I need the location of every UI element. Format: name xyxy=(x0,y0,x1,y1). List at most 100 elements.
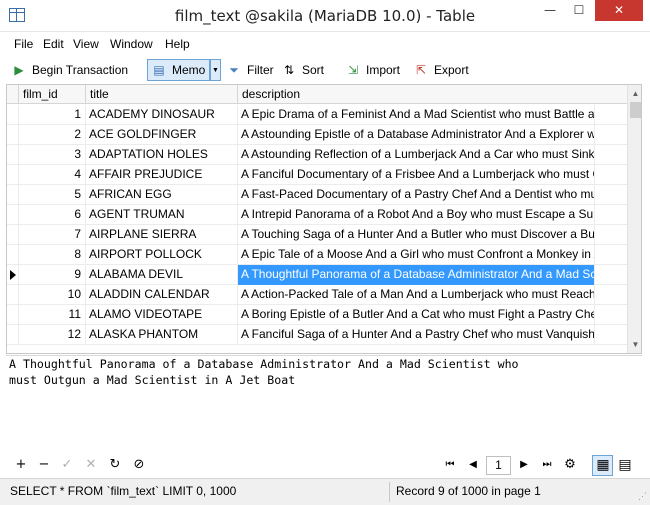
previous-page-icon[interactable]: ◀ xyxy=(464,456,482,474)
cell-description[interactable]: A Fast-Paced Documentary of a Pastry Che… xyxy=(238,185,595,205)
stop-icon[interactable]: ⊘ xyxy=(130,456,148,474)
cell-title[interactable]: ACE GOLDFINGER xyxy=(86,125,238,145)
cell-description[interactable]: A Thoughtful Panorama of a Database Admi… xyxy=(238,265,595,285)
row-indicator[interactable] xyxy=(7,245,19,265)
cell-description[interactable]: A Boring Epistle of a Butler And a Cat w… xyxy=(238,305,595,325)
menu-window[interactable]: Window xyxy=(110,37,153,51)
cell-description[interactable]: A Astounding Reflection of a Lumberjack … xyxy=(238,145,595,165)
export-icon: ⇱ xyxy=(415,63,427,77)
refresh-icon[interactable]: ↻ xyxy=(106,456,124,474)
minimize-button[interactable]: — xyxy=(536,0,564,21)
memo-dropdown-arrow[interactable]: ▼ xyxy=(210,59,221,81)
cell-title[interactable]: ALABAMA DEVIL xyxy=(86,265,238,285)
cell-description[interactable]: A Astounding Epistle of a Database Admin… xyxy=(238,125,595,145)
menu-file[interactable]: File xyxy=(14,37,33,51)
row-indicator[interactable] xyxy=(7,205,19,225)
cell-title[interactable]: ALAMO VIDEOTAPE xyxy=(86,305,238,325)
cell-title[interactable]: AGENT TRUMAN xyxy=(86,205,238,225)
row-indicator[interactable] xyxy=(7,185,19,205)
cell-description[interactable]: A Intrepid Panorama of a Robot And a Boy… xyxy=(238,205,595,225)
cell-film-id[interactable]: 10 xyxy=(19,285,86,305)
cell-description[interactable]: A Fanciful Documentary of a Frisbee And … xyxy=(238,165,595,185)
next-page-icon[interactable]: ▶ xyxy=(515,456,533,474)
form-view-icon[interactable]: ▤ xyxy=(616,456,634,474)
row-indicator[interactable] xyxy=(7,225,19,245)
table-row[interactable]: 9 ALABAMA DEVIL A Thoughtful Panorama of a… xyxy=(7,265,627,285)
filter-icon: ⏷ xyxy=(229,63,239,77)
cell-film-id[interactable]: 5 xyxy=(19,185,86,205)
cell-title[interactable]: AIRPLANE SIERRA xyxy=(86,225,238,245)
table-row[interactable]: 4 AFFAIR PREJUDICE A Fanciful Documentary … xyxy=(7,165,627,185)
export-button[interactable]: ⇱ Export xyxy=(413,59,469,81)
scroll-up-arrow-icon[interactable]: ▲ xyxy=(628,85,641,102)
table-row[interactable]: 2 ACE GOLDFINGER A Astounding Epistle of a… xyxy=(7,125,627,145)
cell-film-id[interactable]: 4 xyxy=(19,165,86,185)
delete-record-icon[interactable]: − xyxy=(35,456,53,474)
cell-title[interactable]: ALADDIN CALENDAR xyxy=(86,285,238,305)
menu-view[interactable]: View xyxy=(73,37,99,51)
scroll-down-arrow-icon[interactable]: ▼ xyxy=(628,336,641,353)
table-row[interactable]: 12 ALASKA PHANTOM A Fanciful Saga of a Hun… xyxy=(7,325,627,345)
table-row[interactable]: 10 ALADDIN CALENDAR A Action-Packed Tale o… xyxy=(7,285,627,305)
cell-film-id[interactable]: 3 xyxy=(19,145,86,165)
cell-film-id[interactable]: 7 xyxy=(19,225,86,245)
settings-gear-icon[interactable]: ⚙ xyxy=(561,456,579,474)
sort-button[interactable]: ⇅ Sort xyxy=(281,59,324,81)
row-indicator[interactable] xyxy=(7,165,19,185)
column-header-film-id[interactable]: film_id xyxy=(19,85,86,104)
table-row[interactable]: 11 ALAMO VIDEOTAPE A Boring Epistle of a B… xyxy=(7,305,627,325)
resize-grip-icon[interactable]: ⋰ xyxy=(638,491,647,502)
discard-changes-icon[interactable]: ✕ xyxy=(82,456,100,474)
cell-film-id[interactable]: 1 xyxy=(19,105,86,125)
cell-film-id[interactable]: 11 xyxy=(19,305,86,325)
close-button[interactable]: ✕ xyxy=(595,0,643,21)
table-row[interactable]: 7 AIRPLANE SIERRA A Touching Saga of a Hun… xyxy=(7,225,627,245)
row-indicator[interactable] xyxy=(7,145,19,165)
scroll-thumb[interactable] xyxy=(630,102,641,118)
row-indicator[interactable] xyxy=(7,105,19,125)
import-button[interactable]: ⇲ Import xyxy=(345,59,400,81)
cell-description[interactable]: A Action-Packed Tale of a Man And a Lumb… xyxy=(238,285,595,305)
cell-film-id[interactable]: 6 xyxy=(19,205,86,225)
filter-button[interactable]: ⏷ Filter xyxy=(226,59,273,81)
cell-description[interactable]: A Epic Drama of a Feminist And a Mad Sci… xyxy=(238,105,595,125)
cell-title[interactable]: AFFAIR PREJUDICE xyxy=(86,165,238,185)
cell-film-id[interactable]: 12 xyxy=(19,325,86,345)
row-indicator[interactable] xyxy=(7,325,19,345)
memo-text-area[interactable]: A Thoughtful Panorama of a Database Admi… xyxy=(6,355,642,452)
row-indicator[interactable] xyxy=(7,265,19,285)
last-page-icon[interactable]: ⏭ xyxy=(538,456,556,474)
cell-description[interactable]: A Touching Saga of a Hunter And a Butler… xyxy=(238,225,595,245)
cell-title[interactable]: ACADEMY DINOSAUR xyxy=(86,105,238,125)
cell-title[interactable]: ADAPTATION HOLES xyxy=(86,145,238,165)
cell-film-id[interactable]: 2 xyxy=(19,125,86,145)
cell-title[interactable]: ALASKA PHANTOM xyxy=(86,325,238,345)
table-row[interactable]: 3 ADAPTATION HOLES A Astounding Reflection… xyxy=(7,145,627,165)
cell-description[interactable]: A Fanciful Saga of a Hunter And a Pastry… xyxy=(238,325,595,345)
begin-transaction-button[interactable]: ▶ Begin Transaction xyxy=(11,59,128,81)
column-header-description[interactable]: description xyxy=(238,85,627,104)
table-row[interactable]: 1 ACADEMY DINOSAUR A Epic Drama of a Femin… xyxy=(7,105,627,125)
cell-title[interactable]: AFRICAN EGG xyxy=(86,185,238,205)
cell-description[interactable]: A Epic Tale of a Moose And a Girl who mu… xyxy=(238,245,595,265)
cell-title[interactable]: AIRPORT POLLOCK xyxy=(86,245,238,265)
cell-film-id[interactable]: 9 xyxy=(19,265,86,285)
row-indicator[interactable] xyxy=(7,305,19,325)
apply-changes-icon[interactable]: ✓ xyxy=(58,456,76,474)
add-record-icon[interactable]: + xyxy=(12,456,30,474)
first-page-icon[interactable]: ⏮ xyxy=(441,456,459,474)
maximize-button[interactable]: ☐ xyxy=(565,0,593,21)
vertical-scrollbar[interactable]: ▲ ▼ xyxy=(627,85,641,353)
row-indicator[interactable] xyxy=(7,125,19,145)
menu-edit[interactable]: Edit xyxy=(43,37,64,51)
row-indicator[interactable] xyxy=(7,285,19,305)
cell-film-id[interactable]: 8 xyxy=(19,245,86,265)
memo-button[interactable]: ▤ Memo xyxy=(147,59,211,81)
table-row[interactable]: 8 AIRPORT POLLOCK A Epic Tale of a Moose A… xyxy=(7,245,627,265)
table-row[interactable]: 5 AFRICAN EGG A Fast-Paced Documentary of … xyxy=(7,185,627,205)
grid-view-toggle[interactable]: ▦ xyxy=(592,455,613,476)
menu-help[interactable]: Help xyxy=(165,37,190,51)
column-header-title[interactable]: title xyxy=(86,85,238,104)
table-row[interactable]: 6 AGENT TRUMAN A Intrepid Panorama of a Ro… xyxy=(7,205,627,225)
page-number-input[interactable]: 1 xyxy=(486,456,511,475)
